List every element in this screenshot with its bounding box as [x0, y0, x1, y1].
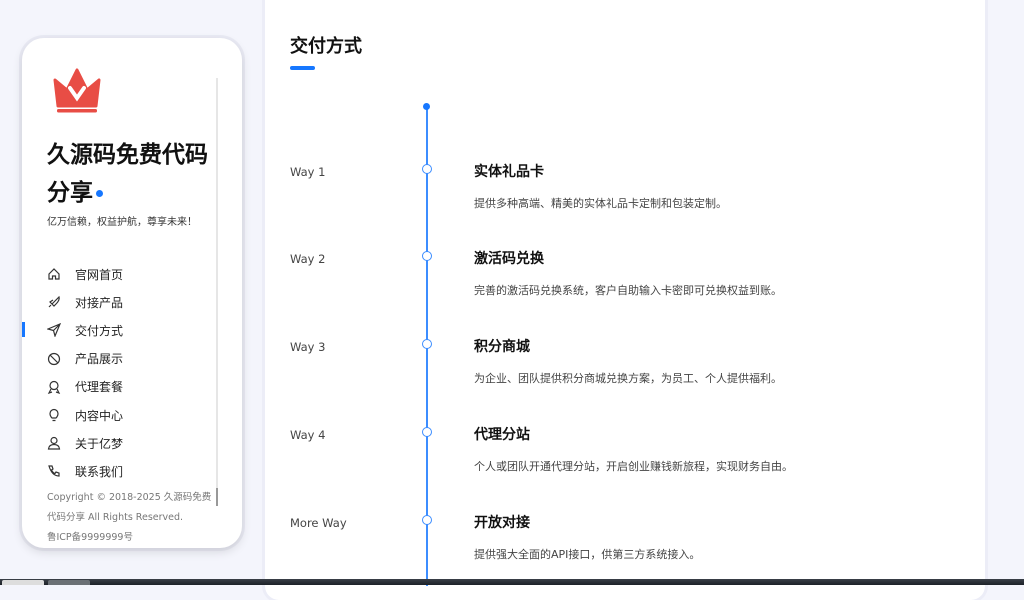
- way-label: Way 3: [290, 340, 325, 354]
- way-label: Way 4: [290, 428, 325, 442]
- way-label: Way 1: [290, 165, 325, 179]
- sidebar: 久源码免费代码分享 亿万信赖，权益护航，尊享未来！ 官网首页 对接产品 交付方式…: [22, 38, 242, 548]
- timeline-node: [422, 251, 432, 261]
- way-title: 激活码兑换: [474, 248, 544, 268]
- timeline-start-dot: [423, 103, 430, 110]
- way-desc: 个人或团队开通代理分站，开启创业赚钱新旅程，实现财务自由。: [474, 458, 793, 474]
- way-desc: 完善的激活码兑换系统，客户自助输入卡密即可兑换权益到账。: [474, 282, 782, 298]
- nav-label: 对接产品: [75, 294, 123, 311]
- way-label: Way 2: [290, 252, 325, 266]
- sidebar-nav: 官网首页 对接产品 交付方式 产品展示 代理套餐 内容中心 关于亿梦 联系我们: [22, 260, 212, 486]
- nav-contact[interactable]: 联系我们: [22, 457, 212, 485]
- lightbulb-icon: [46, 407, 62, 423]
- way-title: 代理分站: [474, 424, 530, 444]
- nav-label: 代理套餐: [75, 378, 123, 395]
- title-underline: [290, 66, 315, 70]
- slogan: 亿万信赖，权益护航，尊享未来！: [47, 213, 197, 228]
- way-title: 积分商城: [474, 336, 530, 356]
- nav-label: 官网首页: [75, 266, 123, 283]
- nav-label: 内容中心: [75, 407, 123, 424]
- phone-icon: [46, 463, 62, 479]
- taskbar-button[interactable]: [2, 580, 44, 585]
- icp-link[interactable]: 鲁ICP备9999999号: [47, 528, 217, 548]
- way-title: 开放对接: [474, 512, 530, 532]
- way-title: 实体礼品卡: [474, 161, 544, 181]
- nav-showcase[interactable]: 产品展示: [22, 345, 212, 373]
- home-icon: [46, 266, 62, 282]
- timeline-node: [422, 515, 432, 525]
- way-desc: 提供多种高端、精美的实体礼品卡定制和包装定制。: [474, 195, 727, 211]
- nav-content[interactable]: 内容中心: [22, 401, 212, 429]
- nav-label: 关于亿梦: [75, 435, 123, 452]
- timeline-node: [422, 427, 432, 437]
- nav-about[interactable]: 关于亿梦: [22, 429, 212, 457]
- brand-text: 久源码免费代码分享: [47, 142, 208, 206]
- send-icon: [46, 322, 62, 338]
- nav-agent[interactable]: 代理套餐: [22, 373, 212, 401]
- nav-products[interactable]: 对接产品: [22, 288, 212, 316]
- way-desc: 提供强大全面的API接口，供第三方系统接入。: [474, 546, 700, 562]
- rocket-icon: [46, 294, 62, 310]
- brand-dot: [96, 190, 103, 197]
- main-card: [265, 0, 985, 600]
- award-icon: [46, 379, 62, 395]
- way-label: More Way: [290, 516, 347, 530]
- nav-home[interactable]: 官网首页: [22, 260, 212, 288]
- page-title: 交付方式: [290, 32, 362, 58]
- nav-label: 联系我们: [75, 463, 123, 480]
- timeline-node: [422, 164, 432, 174]
- timeline-node: [422, 339, 432, 349]
- nav-label: 产品展示: [75, 350, 123, 367]
- footer-copyright: Copyright © 2018-2025 久源码免费代码分享 All Righ…: [47, 488, 217, 548]
- taskbar-button[interactable]: [48, 580, 90, 585]
- way-desc: 为企业、团队提供积分商城兑换方案，为员工、个人提供福利。: [474, 370, 782, 386]
- nav-label: 交付方式: [75, 322, 123, 339]
- brand-name: 久源码免费代码分享: [47, 136, 222, 212]
- nav-delivery[interactable]: 交付方式: [22, 316, 212, 344]
- copyright-text: Copyright © 2018-2025 久源码免费代码分享 All Righ…: [47, 488, 217, 528]
- user-icon: [46, 435, 62, 451]
- crown-logo-icon[interactable]: [52, 68, 102, 118]
- compass-icon: [46, 351, 62, 367]
- taskbar: [0, 579, 1024, 585]
